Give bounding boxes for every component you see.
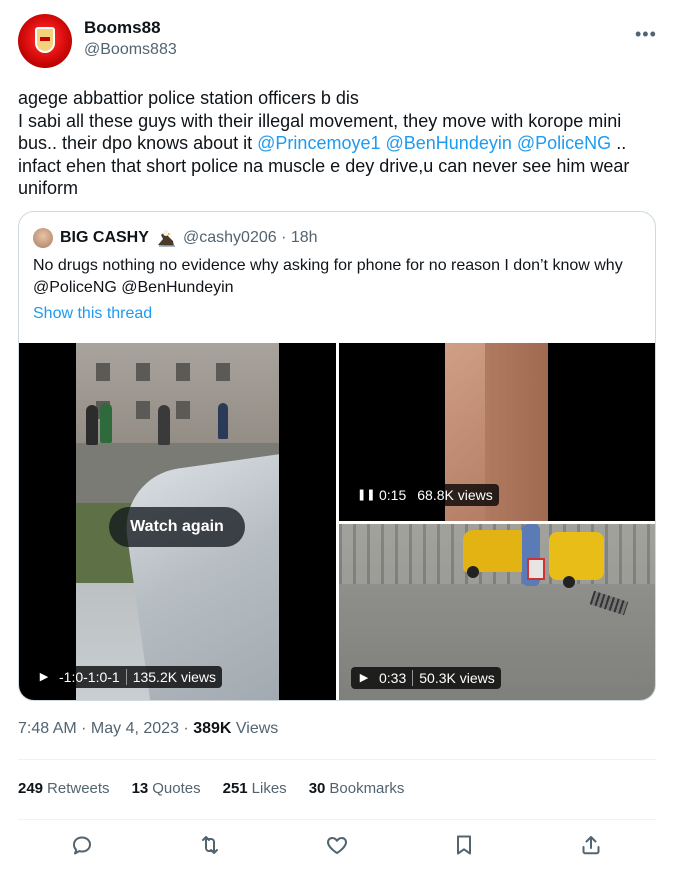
quote-author-avatar: [33, 228, 53, 248]
video-1-badge: ▶ -1:0-1:0-1 135.2K views: [31, 666, 222, 688]
video-2-views: 68.8K views: [417, 487, 493, 503]
video-3-duration: 0:33: [379, 670, 407, 686]
video-2-badge: ❚❚ 0:15 68.8K views: [351, 484, 499, 506]
tweet-timestamp[interactable]: 7:48 AM · May 4, 2023 ·: [18, 720, 193, 737]
share-icon[interactable]: [579, 833, 605, 859]
video-1-views: 135.2K views: [132, 669, 216, 685]
quoted-tweet[interactable]: BIG CASHY @cashy0206 · 18h No drugs noth…: [18, 211, 656, 701]
engagement-stats: 249 Retweets 13 Quotes 251 Likes 30 Bookmark…: [18, 780, 404, 797]
quote-author-handle: @cashy0206 · 18h: [183, 229, 318, 246]
quotes-count: 13: [131, 780, 149, 797]
action-bar: [18, 831, 656, 861]
video-player-2[interactable]: ❚❚ 0:15 68.8K views: [339, 343, 655, 521]
likes-count: 251: [222, 780, 248, 797]
views-count: 389K: [193, 720, 232, 737]
play-icon[interactable]: ▶: [357, 667, 371, 689]
quotes-stat[interactable]: 13 Quotes: [132, 780, 201, 797]
pause-icon[interactable]: ❚❚: [357, 484, 375, 506]
divider: [18, 759, 656, 760]
video-1-duration: -1:0-1:0-1: [59, 669, 120, 685]
eagle-emoji-icon: [158, 230, 175, 247]
author-display-name[interactable]: Booms88: [84, 18, 161, 38]
tweet-line-1: agege abbattior police station officers …: [18, 88, 359, 108]
show-thread-link[interactable]: Show this thread: [33, 305, 152, 323]
bookmark-icon[interactable]: [452, 833, 478, 859]
tweet-header: Booms88 @Booms883 •••: [18, 14, 659, 70]
reply-icon[interactable]: [70, 833, 96, 859]
tweet-text: agege abbattior police station officers …: [18, 87, 658, 200]
arsenal-crest-icon: [35, 27, 55, 53]
play-icon[interactable]: ▶: [37, 666, 51, 688]
likes-stat[interactable]: 251 Likes: [223, 780, 287, 797]
more-options-icon[interactable]: •••: [635, 24, 656, 44]
retweets-stat[interactable]: 249 Retweets: [18, 780, 110, 797]
like-icon[interactable]: [325, 833, 351, 859]
tweet-meta: 7:48 AM · May 4, 2023 · 389K Views: [18, 720, 278, 738]
likes-label: Likes: [251, 780, 287, 797]
mention-link[interactable]: @PoliceNG: [517, 133, 611, 153]
author-avatar[interactable]: [18, 14, 72, 68]
retweets-label: Retweets: [47, 780, 110, 797]
bookmarks-stat[interactable]: 30 Bookmarks: [309, 780, 405, 797]
mention-link[interactable]: @Princemoye1: [257, 133, 380, 153]
quotes-label: Quotes: [152, 780, 201, 797]
video-player-1[interactable]: Watch again ▶ -1:0-1:0-1 135.2K views: [19, 343, 336, 700]
retweets-count: 249: [18, 780, 44, 797]
quote-text: No drugs nothing no evidence why asking …: [33, 257, 623, 296]
video-player-3[interactable]: ▶ 0:33 50.3K views: [339, 524, 655, 700]
mention-link[interactable]: @BenHundeyin: [386, 133, 512, 153]
retweet-icon[interactable]: [198, 833, 224, 859]
video-2-duration: 0:15: [379, 487, 407, 503]
bookmarks-count: 30: [308, 780, 326, 797]
media-grid: Watch again ▶ -1:0-1:0-1 135.2K views ❚❚…: [19, 343, 655, 700]
bookmarks-label: Bookmarks: [329, 780, 405, 797]
quote-author-name: BIG CASHY: [60, 229, 149, 246]
watch-again-button[interactable]: Watch again: [109, 507, 245, 547]
video-3-views: 50.3K views: [419, 670, 495, 686]
views-label: Views: [231, 720, 279, 737]
author-handle[interactable]: @Booms883: [84, 41, 177, 59]
video-3-badge: ▶ 0:33 50.3K views: [351, 667, 501, 689]
divider: [18, 819, 656, 820]
